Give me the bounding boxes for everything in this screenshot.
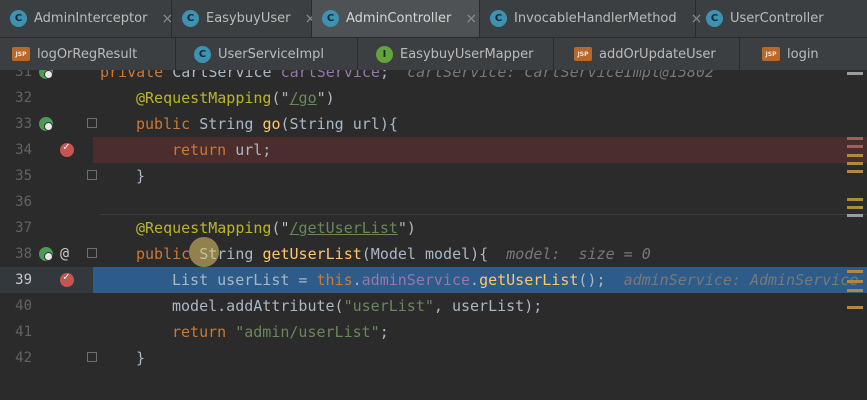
scrollbar-marker[interactable] [847, 154, 863, 157]
class-icon: C [490, 10, 507, 27]
scrollbar-marker[interactable] [847, 306, 863, 309]
line-number: 33 [15, 116, 32, 132]
code-line-40[interactable]: 40 model.addAttribute("userList", userLi… [0, 293, 867, 319]
tab-admin-interceptor[interactable]: C AdminInterceptor × [0, 0, 173, 37]
scrollbar-marker[interactable] [847, 162, 863, 165]
tab-user-controller[interactable]: C UserController [696, 0, 867, 37]
tab-label: AdminInterceptor [34, 11, 148, 26]
tab-easybuy-user[interactable]: C EasybuyUser × [172, 0, 316, 37]
request-mapping-icon[interactable] [39, 247, 53, 261]
tab-label: logOrRegResult [37, 46, 138, 62]
scrollbar-marker[interactable] [847, 280, 863, 283]
code-line-37[interactable]: 37 @RequestMapping("/getUserList") [0, 215, 867, 241]
jsp-icon: JSP [762, 47, 780, 61]
debug-inline-value: model: size = 0 [506, 245, 651, 263]
class-icon: C [322, 10, 339, 27]
line-number: 32 [15, 90, 32, 106]
code-line-42[interactable]: 42 } [0, 345, 867, 371]
tab-label: EasybuyUser [206, 11, 291, 26]
fold-icon[interactable] [87, 118, 97, 128]
code-text: private CartService cartService; cartSer… [100, 70, 714, 85]
class-icon: C [182, 10, 199, 27]
tab-log-or-reg-result[interactable]: JSP logOrRegResult [0, 38, 176, 70]
tab-invocable-handler-method[interactable]: C InvocableHandlerMethod × [480, 0, 702, 37]
fold-icon[interactable] [87, 170, 97, 180]
code-line-34[interactable]: 34 return url; [0, 137, 867, 163]
line-number: 42 [15, 350, 32, 366]
implementation-icon[interactable] [39, 70, 53, 79]
editor-tab-row-2: JSP logOrRegResult C UserServiceImpl I E… [0, 38, 867, 70]
code-line-39[interactable]: 39 List userList = this.adminService.get… [0, 267, 867, 293]
at-annotation-icon[interactable]: @ [60, 244, 69, 262]
line-number: 41 [15, 324, 32, 340]
jsp-icon: JSP [12, 47, 30, 61]
scrollbar-marker[interactable] [847, 206, 863, 209]
scrollbar-marker[interactable] [847, 198, 863, 201]
tab-label: EasybuyUserMapper [400, 46, 534, 62]
scrollbar-marker[interactable] [847, 270, 863, 273]
line-number: 40 [15, 298, 32, 314]
tab-label: UserServiceImpl [218, 46, 325, 62]
class-icon: C [10, 10, 27, 27]
close-icon[interactable]: × [465, 11, 477, 27]
interface-icon: I [376, 45, 393, 63]
code-line-35[interactable]: 35 } [0, 163, 867, 189]
line-number: 31 [15, 70, 32, 80]
fold-icon[interactable] [87, 248, 97, 258]
code-text: public String go(String url){ [136, 115, 398, 133]
fold-icon[interactable] [87, 352, 97, 362]
tab-label: AdminController [346, 11, 452, 26]
tab-add-or-update-user[interactable]: JSP addOrUpdateUser [554, 38, 740, 70]
code-line-33[interactable]: 33 public String go(String url){ [0, 111, 867, 137]
mouse-cursor-highlight [189, 237, 219, 267]
code-text: } [136, 167, 146, 185]
breakpoint-icon[interactable] [60, 140, 74, 157]
tab-user-service-impl[interactable]: C UserServiceImpl [176, 38, 358, 70]
scrollbar-marker[interactable] [847, 289, 863, 292]
code-text: return url; [172, 141, 272, 159]
code-editor[interactable]: 31 private CartService cartService; cart… [0, 70, 867, 400]
debug-inline-value: adminService: AdminService [623, 271, 859, 289]
code-text: model.addAttribute("userList", userList)… [172, 297, 543, 315]
tab-easybuy-user-mapper[interactable]: I EasybuyUserMapper [358, 38, 554, 70]
line-number: 35 [15, 168, 32, 184]
code-line-41[interactable]: 41 return "admin/userList"; [0, 319, 867, 345]
jsp-icon: JSP [574, 47, 592, 61]
tab-label: InvocableHandlerMethod [514, 11, 677, 26]
breakpoint-icon[interactable] [60, 270, 74, 287]
line-number: 39 [15, 272, 32, 288]
scrollbar-marker[interactable] [847, 137, 863, 140]
code-line-32[interactable]: 32 @RequestMapping("/go") [0, 85, 867, 111]
editor-tab-row-1: C AdminInterceptor × C EasybuyUser × C A… [0, 0, 867, 38]
scrollbar-marker[interactable] [847, 170, 863, 173]
request-mapping-icon[interactable] [39, 117, 53, 131]
line-number: 38 [15, 246, 32, 262]
scrollbar-marker[interactable] [847, 72, 863, 75]
code-text: return "admin/userList"; [172, 323, 389, 341]
code-line-38[interactable]: 38 @ public String getUserList(Model mod… [0, 241, 867, 267]
tab-label: UserController [730, 11, 824, 26]
code-text: @RequestMapping("/getUserList") [136, 219, 416, 237]
tab-label: addOrUpdateUser [599, 46, 716, 62]
line-number: 37 [15, 220, 32, 236]
line-number: 34 [15, 142, 32, 158]
class-icon: C [706, 10, 723, 27]
code-line-36[interactable]: 36 [0, 189, 867, 215]
tab-login[interactable]: JSP login [740, 38, 867, 70]
scrollbar-marker[interactable] [847, 145, 863, 148]
tab-label: login [787, 46, 819, 62]
code-text: List userList = this.adminService.getUse… [172, 271, 859, 289]
tab-admin-controller[interactable]: C AdminController × [312, 0, 480, 37]
line-number: 36 [15, 194, 32, 210]
code-text: @RequestMapping("/go") [136, 89, 335, 107]
debug-inline-value: cartService: CartServiceImpl@15802 [407, 70, 715, 81]
code-line-31[interactable]: 31 private CartService cartService; cart… [0, 70, 867, 85]
code-text: } [136, 349, 146, 367]
scrollbar-marker[interactable] [847, 214, 863, 217]
class-icon: C [194, 45, 211, 63]
